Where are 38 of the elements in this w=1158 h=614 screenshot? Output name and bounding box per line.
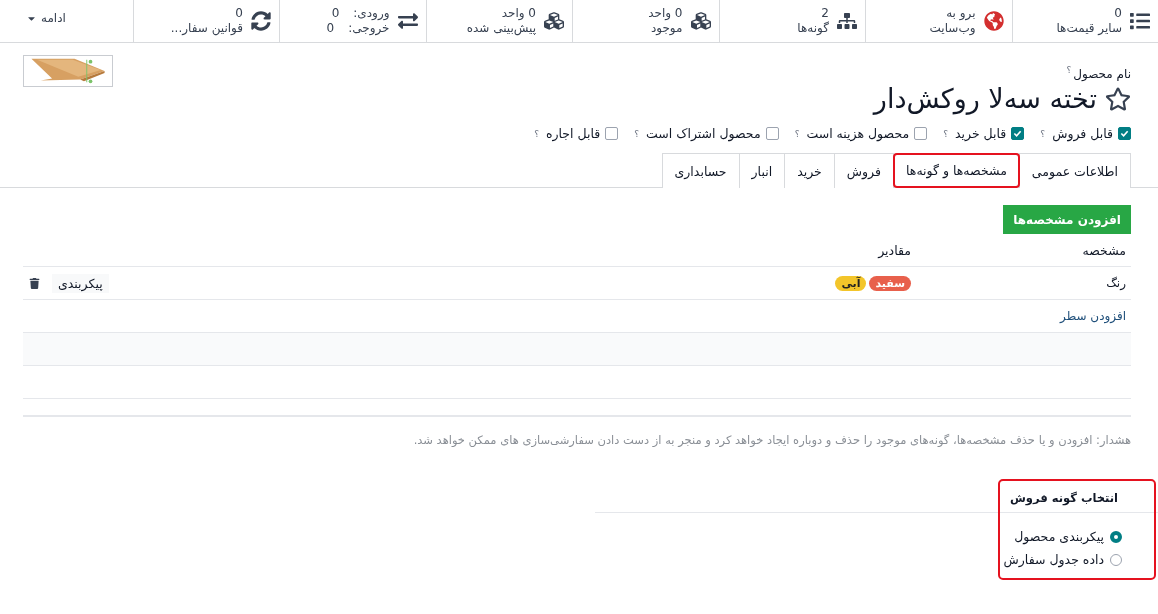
check-icon bbox=[1120, 129, 1129, 138]
tab[interactable]: حسابداری bbox=[661, 153, 740, 188]
checkbox-option[interactable]: محصول اشتراک است $^{؟}$ bbox=[634, 126, 779, 141]
add-line-link[interactable]: افزودن سطر bbox=[1060, 309, 1131, 323]
product-name: تخته سه‌لا روکش‌دار bbox=[873, 83, 1097, 114]
check-icon bbox=[1013, 129, 1023, 138]
globe-icon bbox=[983, 11, 1004, 31]
section-title: انتخاب گونه فروش bbox=[595, 487, 1158, 513]
radio-button[interactable] bbox=[1110, 553, 1122, 566]
configure-button[interactable]: پیکربندی bbox=[52, 273, 109, 293]
checkbox-option[interactable]: قابل اجاره $^{؟}$ bbox=[534, 126, 619, 141]
tab[interactable]: اطلاعات عمومی bbox=[1018, 153, 1131, 188]
tab[interactable]: فروش bbox=[833, 153, 894, 188]
star-icon[interactable] bbox=[1105, 85, 1131, 112]
checkbox-option[interactable]: قابل خرید $^{؟}$ bbox=[943, 126, 1025, 141]
checkbox-option[interactable]: محصول هزینه است $^{؟}$ bbox=[794, 126, 928, 141]
tab[interactable]: مشخصه‌ها و گونه‌ها bbox=[893, 153, 1020, 188]
table-cell: رنگ bbox=[1106, 276, 1126, 290]
column-header: مقادیر bbox=[878, 242, 911, 258]
value-tag: سفید bbox=[869, 275, 911, 291]
sitemap-icon bbox=[837, 11, 857, 31]
cubes-icon bbox=[690, 11, 711, 31]
trash-icon[interactable] bbox=[29, 277, 40, 289]
arrows-icon bbox=[397, 11, 418, 31]
checkbox-option[interactable]: قابل فروش $^{؟}$ bbox=[1040, 126, 1131, 141]
value-tag: آبی bbox=[835, 275, 867, 291]
radio-option[interactable]: پیکربندی محصول bbox=[1014, 529, 1122, 544]
refresh-icon bbox=[251, 11, 271, 31]
list-icon bbox=[1130, 11, 1150, 31]
more-button[interactable]: ادامه bbox=[20, 0, 72, 36]
tab[interactable]: انبار bbox=[738, 153, 786, 188]
column-header: مشخصه bbox=[1081, 242, 1126, 258]
radio-option[interactable]: داده جدول سفارش bbox=[1003, 552, 1122, 567]
radio-button[interactable] bbox=[1110, 530, 1122, 543]
tab[interactable]: خرید bbox=[784, 153, 835, 188]
field-label: نام محصول $^{؟}$ bbox=[1065, 65, 1131, 81]
cubes-icon bbox=[544, 11, 564, 31]
warning-text: هشدار: افزودن و یا حذف مشخصه‌ها، گونه‌های موجود را حذف و دوباره ایجاد خواهد کرد و منجر به از دست دادن سفارشی‌سازی های ممکن خواهد شد. bbox=[23, 415, 1131, 447]
